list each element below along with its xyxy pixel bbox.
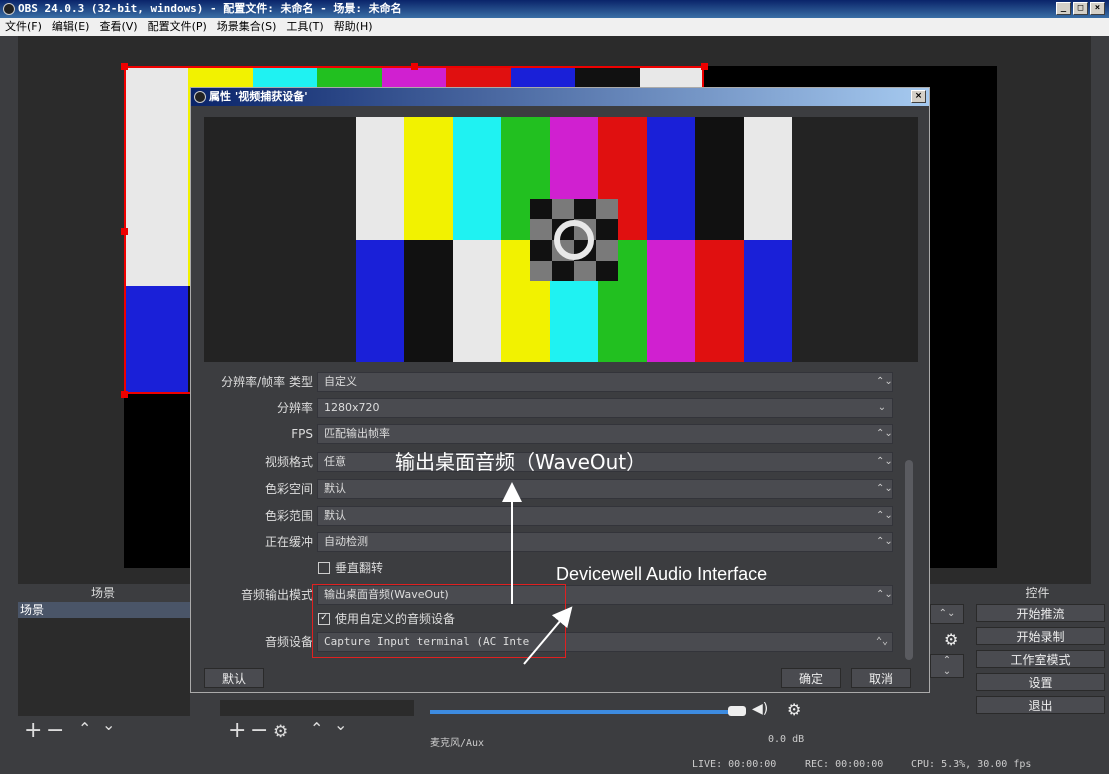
arrow-diagonal-icon bbox=[523, 606, 573, 665]
annotation-arrows bbox=[502, 482, 573, 665]
